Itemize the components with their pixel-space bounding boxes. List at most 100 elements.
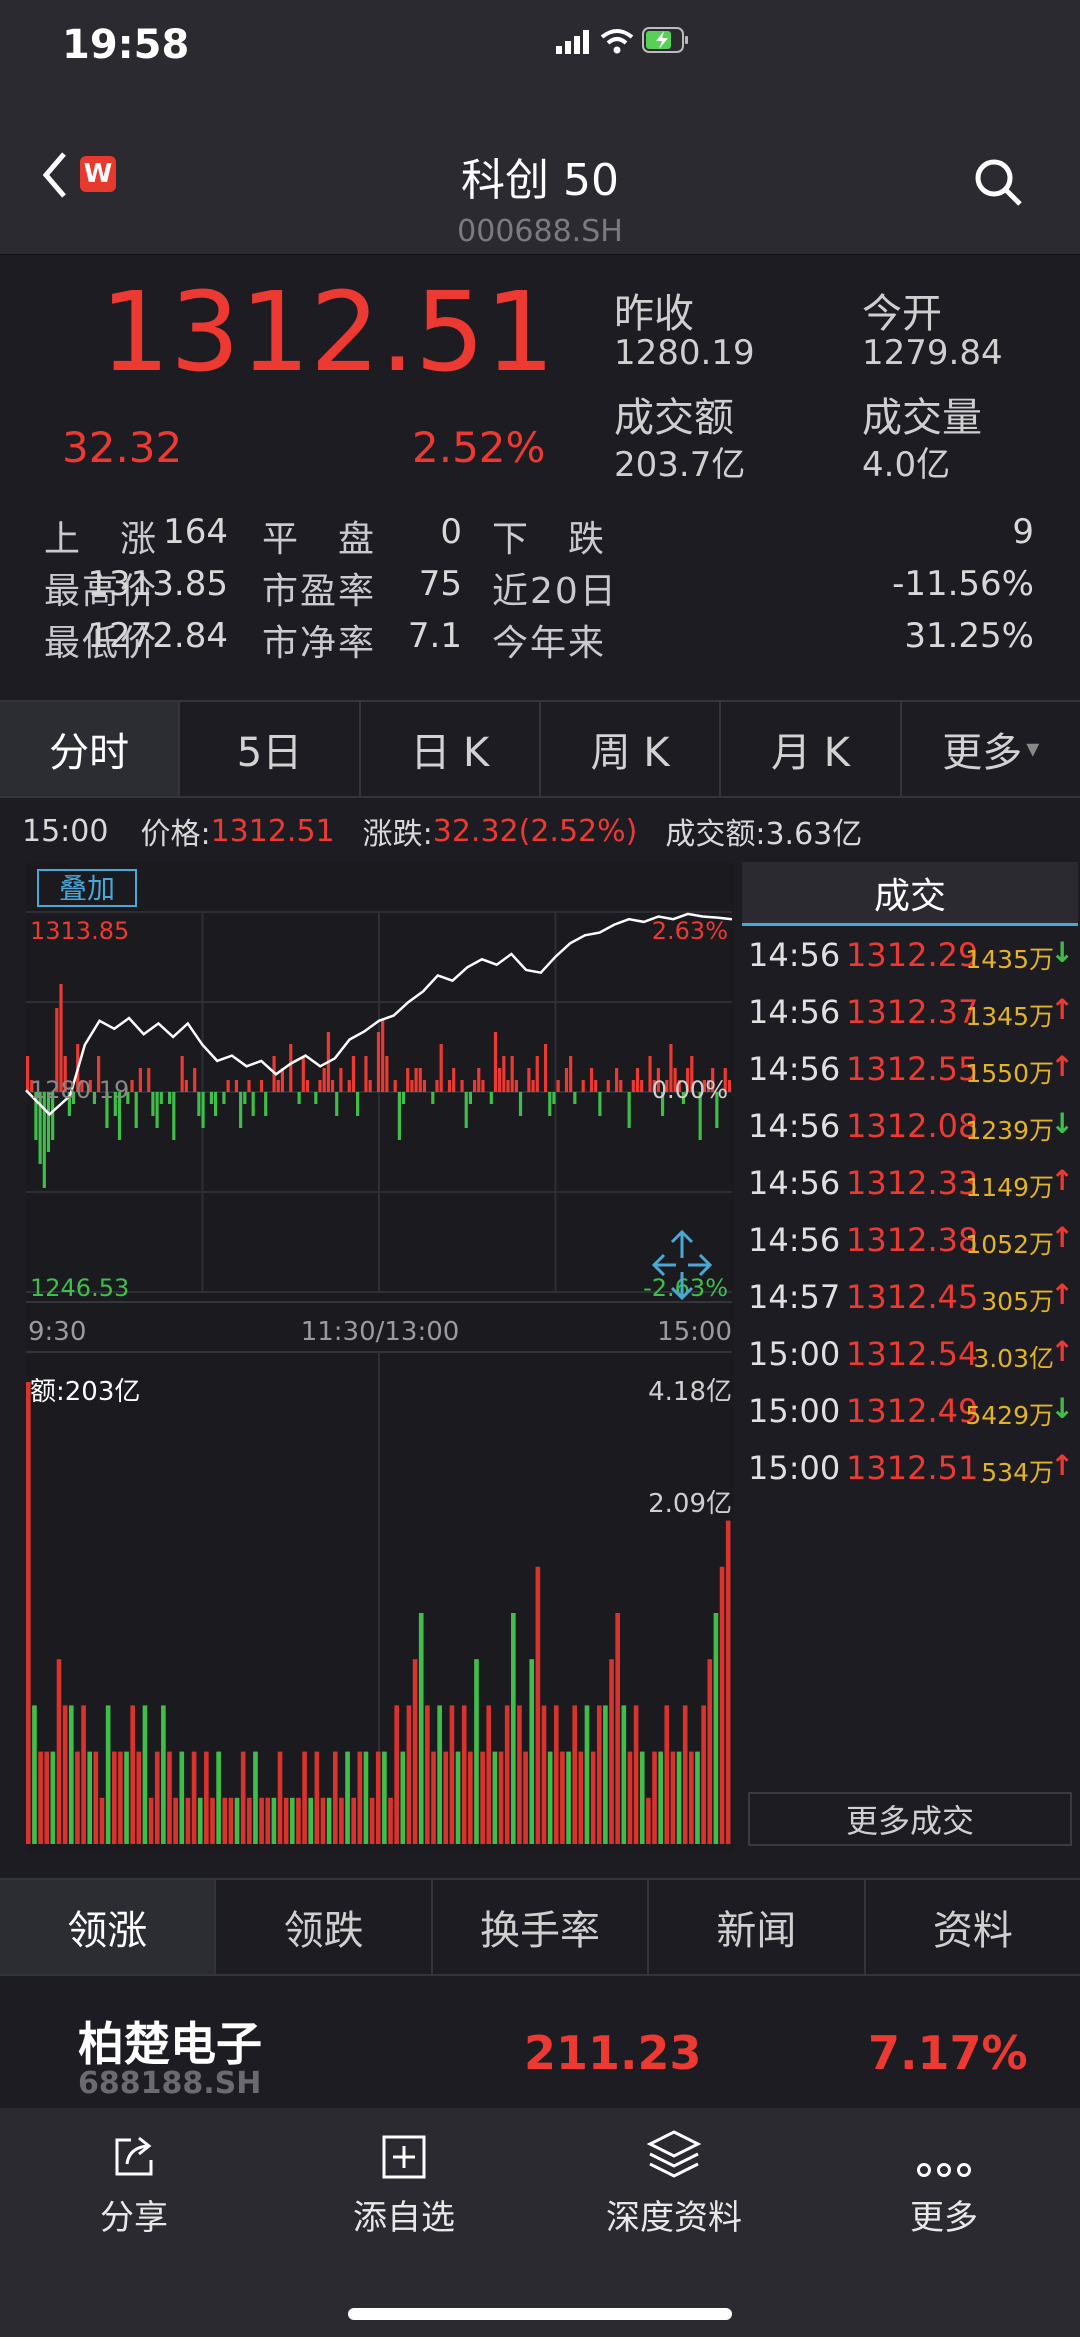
breadth-bar — [330, 1080, 335, 1092]
more-button[interactable]: 更多 — [844, 2110, 1044, 2239]
tab-list-0[interactable]: 领涨 — [0, 1880, 217, 1974]
tab-period-1[interactable]: 5日 — [180, 702, 361, 796]
trade-price: 1312.51 — [846, 1449, 979, 1487]
breadth-bar — [26, 1056, 30, 1092]
breadth-bar — [318, 1080, 322, 1092]
tab-list-3[interactable]: 新闻 — [649, 1880, 866, 1974]
trade-time: 15:00 — [748, 1449, 841, 1487]
tab-period-3[interactable]: 周 K — [541, 702, 722, 796]
overlay-label: 叠加 — [59, 872, 115, 905]
breadth-bar — [548, 1092, 552, 1116]
breadth-bar — [564, 1068, 569, 1092]
vol-mid-label: 2.09亿 — [648, 1489, 732, 1519]
breadth-bar — [239, 1092, 243, 1128]
breadth-bar — [168, 1092, 172, 1104]
trade-time: 14:56 — [748, 936, 841, 974]
breadth-bar — [209, 1092, 213, 1104]
tab-list-2[interactable]: 换手率 — [433, 1880, 650, 1974]
tab-list-4[interactable]: 资料 — [866, 1880, 1080, 1974]
breadth-bar — [447, 1080, 452, 1092]
search-icon[interactable] — [972, 156, 1024, 208]
breadth-bar — [351, 1056, 356, 1092]
breadth-bar — [201, 1092, 205, 1128]
tab-period-0[interactable]: 分时 — [0, 702, 181, 796]
volume-bar — [271, 1797, 277, 1844]
back-icon[interactable] — [40, 150, 70, 200]
more-trades-button[interactable]: 更多成交 — [748, 1792, 1072, 1846]
breadth-bar — [385, 1056, 389, 1092]
stock-name: 柏楚电子 — [78, 2017, 262, 2071]
breadth-bar — [356, 1092, 360, 1116]
breadth-bar — [506, 1080, 510, 1092]
volume-bar — [105, 1705, 111, 1844]
breadth-bar — [335, 1092, 339, 1116]
status-bar: 19:58 — [0, 0, 1080, 120]
trade-price: 1312.49 — [846, 1392, 979, 1430]
app-logo: W — [80, 156, 116, 192]
intraday-chart[interactable]: 叠加 1313.85 1280.19 1246.53 2.63% 0.00% -… — [0, 862, 740, 1852]
volume-bar — [652, 1751, 657, 1844]
trade-time: 14:57 — [748, 1278, 841, 1316]
stock-code: 688188.SH — [78, 2066, 262, 2101]
breadth-bar — [406, 1068, 410, 1092]
breadth-bar — [368, 1080, 372, 1092]
stock-pct: 7.17% — [868, 2026, 1028, 2080]
breadth-bar — [527, 1068, 531, 1092]
tab-period-4[interactable]: 月 K — [721, 702, 902, 796]
trade-row: 14:56 1312.38 1052万 ↑ — [740, 1211, 1080, 1268]
tab-period-5[interactable]: 更多 ▾ — [902, 702, 1080, 796]
volume-bar — [332, 1751, 338, 1844]
volume-bar — [154, 1751, 160, 1844]
tab-list-1[interactable]: 领跌 — [216, 1880, 433, 1974]
stat-value: 1272.84 — [87, 616, 228, 656]
trades-header[interactable]: 成交 — [742, 862, 1078, 926]
volume-bar — [689, 1751, 694, 1844]
volume-bar — [621, 1705, 627, 1844]
share-button[interactable]: 分享 — [34, 2110, 234, 2239]
volume-bar — [412, 1659, 418, 1844]
add-watchlist-button[interactable]: 添自选 — [304, 2110, 504, 2239]
arrow-up-icon: ↑ — [1050, 1278, 1074, 1311]
volume-bar — [197, 1797, 203, 1844]
trade-volume: 1239万 — [965, 1116, 1054, 1145]
stat-value: 164 — [163, 512, 228, 552]
trade-volume: 1052万 — [965, 1230, 1054, 1259]
breadth-bar — [347, 1080, 351, 1092]
volume-bar — [670, 1751, 676, 1844]
volume-bar — [142, 1705, 148, 1844]
volume-bar — [547, 1751, 553, 1844]
breadth-bar — [289, 1044, 293, 1092]
breadth-bar — [364, 1056, 368, 1092]
list-item[interactable]: 柏楚电子 688188.SH 211.23 7.17% — [0, 1976, 1080, 2108]
deep-data-button[interactable]: 深度资料 — [574, 2110, 774, 2239]
volume-bar — [633, 1705, 639, 1844]
breadth-bar — [615, 1068, 619, 1092]
volume-bar — [517, 1705, 522, 1844]
volume-bar — [265, 1797, 271, 1844]
stat-value: -11.56% — [892, 564, 1034, 604]
stat-value: 7.1 — [407, 616, 462, 656]
trade-price: 1312.33 — [846, 1164, 979, 1202]
volume-bar — [725, 1520, 731, 1844]
volume-bar — [449, 1705, 455, 1844]
tab-period-2[interactable]: 日 K — [361, 702, 541, 796]
open-value: 1279.84 — [862, 333, 1003, 373]
volume-bar — [283, 1797, 289, 1844]
trade-time: 14:56 — [748, 1050, 841, 1088]
breadth-bar — [305, 1080, 310, 1092]
breadth-bar — [594, 1080, 598, 1092]
breadth-bar — [401, 1092, 406, 1104]
open-label: 今开 — [862, 291, 942, 337]
volume-bar — [124, 1751, 129, 1844]
volume-bar — [204, 1751, 209, 1844]
volume-bar — [259, 1797, 264, 1844]
trade-row: 14:56 1312.55 1550万 ↑ — [740, 1040, 1080, 1097]
volume-bar — [87, 1751, 93, 1844]
breadth-bar — [418, 1068, 422, 1092]
trade-price: 1312.37 — [846, 993, 979, 1031]
breadth-bar — [297, 1092, 301, 1104]
volume-bar — [431, 1751, 436, 1844]
share-icon — [115, 2136, 153, 2176]
breadth-bar — [552, 1092, 556, 1104]
volume-bar — [68, 1705, 74, 1844]
